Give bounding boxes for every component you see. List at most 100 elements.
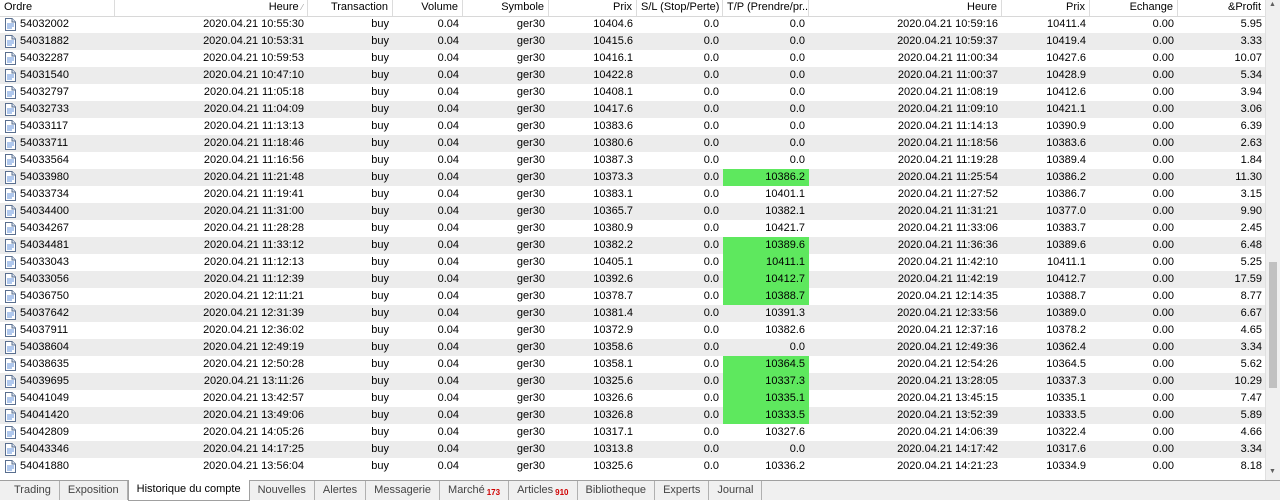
col-header-order[interactable]: Ordre (0, 0, 115, 16)
stop-loss-cell: 0.0 (703, 69, 719, 81)
table-header: Ordre Heure ⁄ Transaction Volume Symbole … (0, 0, 1266, 17)
open-time-cell: 2020.04.21 11:31:00 (203, 205, 304, 217)
table-row[interactable]: 54033117 2020.04.21 11:13:13 buy 0.04 ger30 1… (0, 118, 1266, 135)
col-header-stop-loss[interactable]: S/L (Stop/Perte) (637, 0, 723, 16)
col-header-profit[interactable]: &Profit (1178, 0, 1266, 16)
transaction-cell: buy (371, 375, 389, 387)
table-row[interactable]: 54032287 2020.04.21 10:59:53 buy 0.04 ger30 1… (0, 50, 1266, 67)
col-header-take-profit[interactable]: T/P (Prendre/pr... (723, 0, 809, 16)
take-profit-cell: 10386.2 (723, 169, 809, 186)
col-header-transaction[interactable]: Transaction (308, 0, 393, 16)
volume-cell: 0.04 (437, 256, 459, 268)
volume-cell: 0.04 (437, 375, 459, 387)
table-row[interactable]: 54032797 2020.04.21 11:05:18 buy 0.04 ger30 1… (0, 84, 1266, 101)
document-icon (5, 120, 16, 133)
order-id: 54041880 (20, 460, 69, 472)
profit-cell: 3.33 (1240, 35, 1262, 47)
tab-journal[interactable]: Journal (709, 481, 763, 500)
close-price-cell: 10428.9 (1046, 69, 1086, 81)
tab-nouvelles[interactable]: Nouvelles (250, 481, 315, 500)
swap-cell: 0.00 (1152, 256, 1174, 268)
tab-exposition[interactable]: Exposition (60, 481, 128, 500)
tab-historique-du-compte[interactable]: Historique du compte (127, 480, 250, 501)
stop-loss-cell: 0.0 (703, 460, 719, 472)
scrollbar-thumb[interactable] (1269, 262, 1277, 388)
table-row[interactable]: 54034481 2020.04.21 11:33:12 buy 0.04 ger30 1… (0, 237, 1266, 254)
col-header-close-price[interactable]: Prix (1002, 0, 1090, 16)
tab-bibliotheque[interactable]: Bibliotheque (578, 481, 656, 500)
col-header-price[interactable]: Prix (549, 0, 637, 16)
table-row[interactable]: 54033734 2020.04.21 11:19:41 buy 0.04 ger30 1… (0, 186, 1266, 203)
table-row[interactable]: 54031540 2020.04.21 10:47:10 buy 0.04 ger30 1… (0, 67, 1266, 84)
table-row[interactable]: 54041420 2020.04.21 13:49:06 buy 0.04 ger30 1… (0, 407, 1266, 424)
table-row[interactable]: 54039695 2020.04.21 13:11:26 buy 0.04 ger30 1… (0, 373, 1266, 390)
table-row[interactable]: 54033711 2020.04.21 11:18:46 buy 0.04 ger30 1… (0, 135, 1266, 152)
take-profit-cell: 10389.6 (723, 237, 809, 254)
table-row[interactable]: 54033043 2020.04.21 11:12:13 buy 0.04 ger30 1… (0, 254, 1266, 271)
tab-experts[interactable]: Experts (655, 481, 710, 500)
document-icon (5, 375, 16, 388)
table-row[interactable]: 54037911 2020.04.21 12:36:02 buy 0.04 ger30 1… (0, 322, 1266, 339)
close-time-cell: 2020.04.21 14:06:39 (897, 426, 998, 438)
order-id: 54031540 (20, 69, 69, 81)
table-row[interactable]: 54043346 2020.04.21 14:17:25 buy 0.04 ger30 1… (0, 441, 1266, 458)
col-header-symbol[interactable]: Symbole (463, 0, 549, 16)
symbol-cell: ger30 (516, 324, 545, 336)
col-header-swap[interactable]: Echange (1090, 0, 1178, 16)
table-row[interactable]: 54037642 2020.04.21 12:31:39 buy 0.04 ger30 1… (0, 305, 1266, 322)
take-profit-cell: 10391.3 (765, 307, 805, 319)
table-row[interactable]: 54033056 2020.04.21 11:12:39 buy 0.04 ger30 1… (0, 271, 1266, 288)
order-id: 54032002 (20, 18, 69, 30)
transaction-cell: buy (371, 137, 389, 149)
tab-march-[interactable]: Marché 173 (440, 481, 510, 500)
profit-cell: 3.06 (1240, 103, 1262, 115)
table-row[interactable]: 54041049 2020.04.21 13:42:57 buy 0.04 ger30 1… (0, 390, 1266, 407)
table-row[interactable]: 54033980 2020.04.21 11:21:48 buy 0.04 ger30 1… (0, 169, 1266, 186)
order-cell: 54032733 (0, 101, 115, 118)
close-price-cell: 10364.5 (1046, 358, 1086, 370)
table-row[interactable]: 54038635 2020.04.21 12:50:28 buy 0.04 ger30 1… (0, 356, 1266, 373)
swap-cell: 0.00 (1152, 120, 1174, 132)
table-row[interactable]: 54034400 2020.04.21 11:31:00 buy 0.04 ger30 1… (0, 203, 1266, 220)
table-row[interactable]: 54031882 2020.04.21 10:53:31 buy 0.04 ger30 1… (0, 33, 1266, 50)
profit-cell: 6.48 (1240, 239, 1262, 251)
col-header-close-time[interactable]: Heure (809, 0, 1002, 16)
table-row[interactable]: 54032002 2020.04.21 10:55:30 buy 0.04 ger30 1… (0, 16, 1266, 33)
tab-alertes[interactable]: Alertes (315, 481, 367, 500)
stop-loss-cell: 0.0 (703, 239, 719, 251)
document-icon (5, 290, 16, 303)
take-profit-cell: 10401.1 (765, 188, 805, 200)
stop-loss-cell: 0.0 (703, 273, 719, 285)
symbol-cell: ger30 (516, 205, 545, 217)
table-row[interactable]: 54034267 2020.04.21 11:28:28 buy 0.04 ger30 1… (0, 220, 1266, 237)
swap-cell: 0.00 (1152, 69, 1174, 81)
volume-cell: 0.04 (437, 307, 459, 319)
order-cell: 54036750 (0, 288, 115, 305)
order-cell: 54033117 (0, 118, 115, 135)
document-icon (5, 171, 16, 184)
document-icon (5, 358, 16, 371)
scroll-down-icon[interactable]: ▼ (1269, 468, 1276, 475)
table-row[interactable]: 54041880 2020.04.21 13:56:04 buy 0.04 ger30 1… (0, 458, 1266, 475)
vertical-scrollbar[interactable]: ▲ ▼ (1265, 0, 1280, 480)
table-row[interactable]: 54032733 2020.04.21 11:04:09 buy 0.04 ger30 1… (0, 101, 1266, 118)
tab-trading[interactable]: Trading (6, 481, 60, 500)
col-header-open-time[interactable]: Heure ⁄ (115, 0, 308, 16)
tab-messagerie[interactable]: Messagerie (366, 481, 441, 500)
transaction-cell: buy (371, 35, 389, 47)
document-icon (5, 52, 16, 65)
table-row[interactable]: 54033564 2020.04.21 11:16:56 buy 0.04 ger30 1… (0, 152, 1266, 169)
order-id: 54032287 (20, 52, 69, 64)
price-cell: 10392.6 (593, 273, 633, 285)
table-row[interactable]: 54038604 2020.04.21 12:49:19 buy 0.04 ger30 1… (0, 339, 1266, 356)
close-time-cell: 2020.04.21 11:31:21 (897, 205, 998, 217)
scroll-up-icon[interactable]: ▲ (1269, 1, 1276, 8)
table-row[interactable]: 54036750 2020.04.21 12:11:21 buy 0.04 ger30 1… (0, 288, 1266, 305)
table-row[interactable]: 54042809 2020.04.21 14:05:26 buy 0.04 ger30 1… (0, 424, 1266, 441)
col-header-volume[interactable]: Volume (393, 0, 463, 16)
profit-cell: 4.66 (1240, 426, 1262, 438)
profit-cell: 8.18 (1240, 460, 1262, 472)
close-time-cell: 2020.04.21 11:08:19 (897, 86, 998, 98)
transaction-cell: buy (371, 256, 389, 268)
tab-articles[interactable]: Articles 910 (509, 481, 578, 500)
